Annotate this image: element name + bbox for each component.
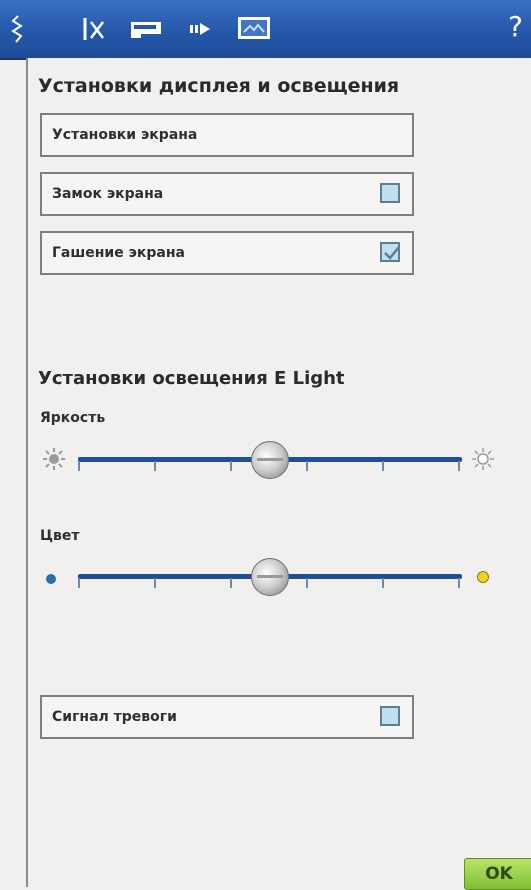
brightness-label: Яркость xyxy=(40,410,106,426)
alarm-option[interactable]: Сигнал тревоги xyxy=(40,695,414,739)
screen-blanking-label: Гашение экрана xyxy=(52,245,185,261)
screen-settings-label: Установки экрана xyxy=(52,127,198,143)
brightness-tick xyxy=(382,461,384,471)
help-button[interactable]: ? xyxy=(508,10,523,43)
alarm-checkbox[interactable] xyxy=(380,706,400,726)
machine-settings-icon[interactable] xyxy=(129,14,163,44)
color-tick xyxy=(306,578,308,588)
color-tick xyxy=(230,578,232,588)
color-tick xyxy=(154,578,156,588)
warm-color-dot-icon xyxy=(476,569,490,588)
brightness-tick xyxy=(306,461,308,471)
screen-blanking-checkbox[interactable] xyxy=(380,242,400,262)
color-tick xyxy=(78,578,80,588)
display-icon[interactable] xyxy=(236,14,272,44)
color-tick xyxy=(382,578,384,588)
top-toolbar: ? xyxy=(0,0,531,60)
alarm-label: Сигнал тревоги xyxy=(52,709,177,725)
brightness-tick xyxy=(458,461,460,471)
color-tick xyxy=(458,578,460,588)
checkmark-icon xyxy=(384,246,400,260)
sun-light-icon xyxy=(472,448,494,474)
cool-color-dot-icon xyxy=(45,570,57,589)
color-label: Цвет xyxy=(40,528,80,544)
stitch-menu-icon[interactable] xyxy=(10,14,26,44)
brightness-slider-knob[interactable] xyxy=(251,441,289,479)
ok-button[interactable]: OK xyxy=(464,858,531,890)
screen-lock-label: Замок экрана xyxy=(52,186,164,202)
screen-settings-button[interactable]: Установки экрана xyxy=(40,113,414,157)
screen-lock-checkbox[interactable] xyxy=(380,183,400,203)
brightness-tick xyxy=(78,461,80,471)
sound-icon[interactable] xyxy=(188,14,214,44)
color-slider-knob[interactable] xyxy=(251,558,289,596)
brightness-tick xyxy=(154,461,156,471)
section-title-display: Установки дисплея и освещения xyxy=(38,75,400,97)
brightness-tick xyxy=(230,461,232,471)
screen-blanking-option[interactable]: Гашение экрана xyxy=(40,231,414,275)
settings-icon[interactable] xyxy=(82,14,106,44)
screen-lock-option[interactable]: Замок экрана xyxy=(40,172,414,216)
sun-dark-icon xyxy=(43,448,65,474)
section-title-elight: Установки освещения E Light xyxy=(38,368,345,389)
